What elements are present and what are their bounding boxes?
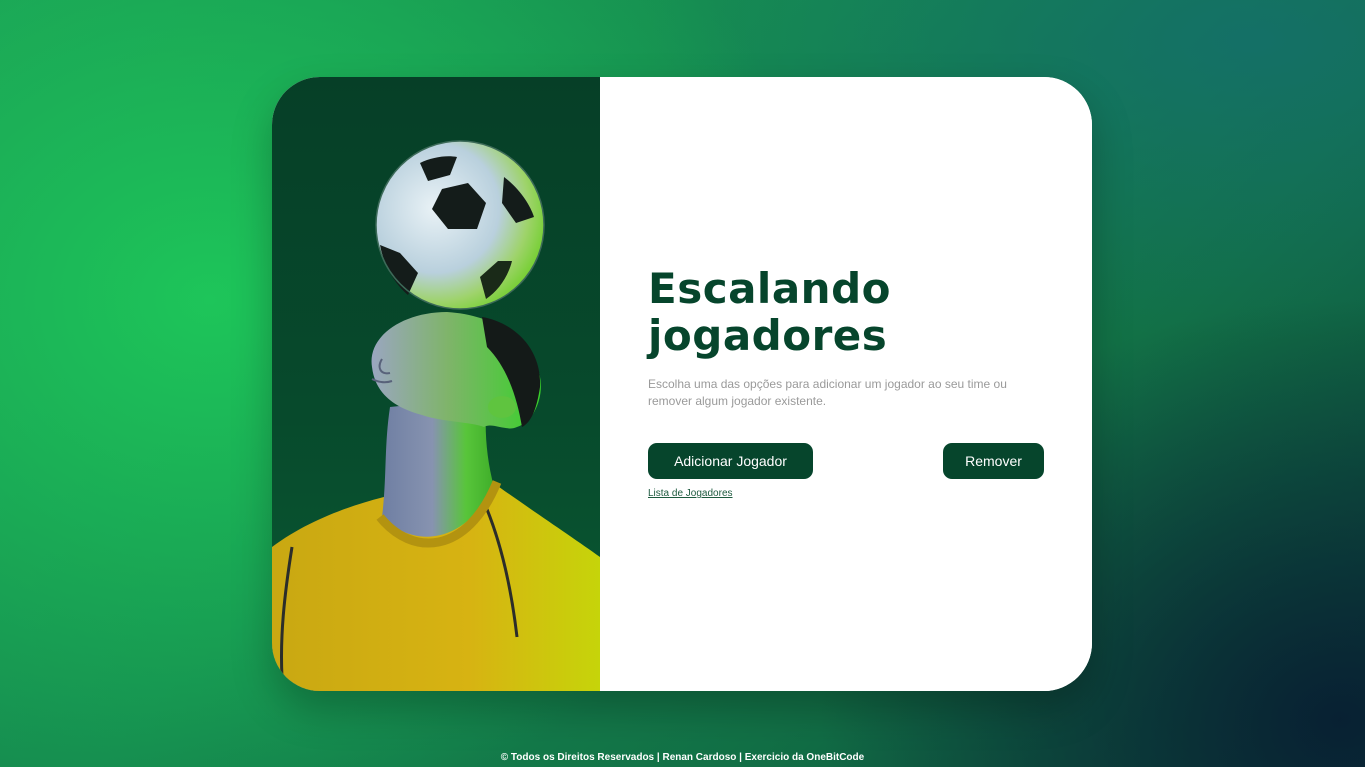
hero-image (272, 77, 600, 691)
page-title-line2: jogadores (648, 311, 888, 360)
footer-text: © Todos os Direitos Reservados | Renan C… (500, 752, 865, 763)
add-player-button[interactable]: Adicionar Jogador (648, 443, 813, 479)
remove-button[interactable]: Remover (943, 443, 1044, 479)
player-list-link[interactable]: Lista de Jogadores (648, 488, 733, 499)
page-subtitle: Escolha uma das opções para adicionar um… (648, 377, 1007, 408)
page-title: Escalando jogadores (648, 265, 1048, 359)
page-title-line1: Escalando (648, 264, 891, 313)
player-illustration (272, 140, 600, 691)
main-card: Escalando jogadores Escolha uma das opçõ… (272, 77, 1092, 691)
content-panel: Escalando jogadores Escolha uma das opçõ… (600, 77, 1092, 691)
